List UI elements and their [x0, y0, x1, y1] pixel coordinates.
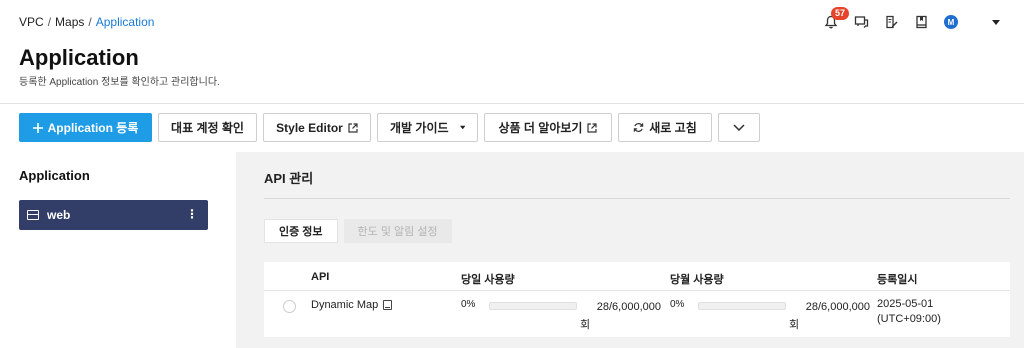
monthly-usage-unit: 회 — [789, 319, 800, 331]
user-menu-toggle[interactable] — [988, 10, 1004, 34]
refresh-icon — [634, 123, 644, 132]
api-name: Dynamic Map — [311, 299, 379, 311]
daily-usage-count: 28/6,000,000 — [596, 301, 661, 313]
rep-account-button[interactable]: 대표 계정 확인 — [158, 113, 257, 142]
panel-title: Application — [19, 168, 90, 183]
refresh-button[interactable]: 새로 고침 — [618, 113, 712, 142]
column-header-monthly-usage: 당월 사용량 — [670, 274, 724, 286]
breadcrumb-item-maps[interactable]: Maps — [55, 15, 84, 29]
monthly-usage-cell: 0% 28/6,000,000 회 — [670, 299, 870, 331]
section-title: API 관리 — [264, 171, 314, 186]
breadcrumb: VPC / Maps / Application — [19, 15, 154, 29]
column-header-daily-usage: 당일 사용량 — [461, 274, 515, 286]
breadcrumb-item-vpc[interactable]: VPC — [19, 15, 44, 29]
external-link-icon — [348, 122, 358, 133]
user-menu[interactable]: M — [936, 10, 966, 34]
monthly-usage-count: 28/6,000,000 — [805, 301, 870, 313]
toolbar: Application 등록 대표 계정 확인 Style Editor 개발 … — [19, 113, 760, 142]
table-row[interactable]: Dynamic Map 0% 28/6,000,000 회 0% 28/6,00… — [264, 291, 1010, 337]
application-list-panel: Application web ⋮ — [0, 152, 236, 348]
dev-guide-dropdown[interactable]: 개발 가이드 — [377, 113, 478, 142]
book-icon[interactable] — [383, 300, 393, 310]
daily-usage-cell: 0% 28/6,000,000 회 — [461, 299, 661, 331]
section-divider — [264, 198, 1010, 199]
chat-icon — [854, 16, 868, 28]
page-title: Application — [19, 45, 139, 70]
application-item-label: web — [47, 208, 71, 222]
notification-button[interactable]: 57 — [816, 7, 850, 34]
column-header-reg-date: 등록일시 — [877, 274, 918, 286]
application-item-web[interactable]: web ⋮ — [19, 200, 208, 230]
plus-icon — [32, 122, 43, 133]
book-icon — [915, 15, 927, 29]
breadcrumb-separator: / — [88, 15, 92, 29]
chat-button[interactable] — [846, 10, 876, 34]
register-application-button[interactable]: Application 등록 — [19, 113, 152, 142]
row-select-radio[interactable] — [283, 300, 296, 313]
rep-account-label: 대표 계정 확인 — [171, 121, 244, 135]
api-name-cell: Dynamic Map — [311, 299, 393, 311]
more-options-button[interactable] — [718, 113, 760, 142]
edit-document-icon — [886, 15, 898, 29]
style-editor-button[interactable]: Style Editor — [263, 113, 371, 142]
server-icon — [27, 210, 39, 220]
chevron-down-icon — [733, 124, 745, 131]
tab-auth-info[interactable]: 인증 정보 — [264, 219, 338, 243]
register-application-label: Application 등록 — [47, 121, 139, 135]
tab-limit-alert-settings[interactable]: 한도 및 알림 설정 — [343, 219, 452, 243]
caret-down-icon — [459, 125, 465, 130]
learn-more-button[interactable]: 상품 더 알아보기 — [484, 113, 612, 142]
reg-date: 2025-05-01 — [877, 297, 934, 312]
breadcrumb-separator: / — [47, 15, 52, 29]
reg-date-cell: 2025-05-01 (UTC+09:00) — [877, 297, 985, 327]
avatar: M — [944, 15, 958, 29]
monthly-usage-percent: 0% — [670, 299, 685, 310]
dev-guide-label: 개발 가이드 — [390, 121, 449, 135]
monthly-usage-bar — [698, 302, 786, 310]
tab-bar: 인증 정보 한도 및 알림 설정 — [264, 219, 452, 243]
table-header: API 당일 사용량 당월 사용량 등록일시 — [264, 262, 1010, 291]
daily-usage-bar — [489, 302, 577, 310]
api-table: API 당일 사용량 당월 사용량 등록일시 Dynamic Map 0% 28… — [264, 262, 1010, 337]
column-header-api: API — [311, 271, 330, 283]
more-vertical-icon[interactable]: ⋮ — [186, 207, 198, 221]
page-description: 등록한 Application 정보를 확인하고 관리합니다. — [19, 77, 220, 88]
reg-timezone: (UTC+09:00) — [877, 313, 941, 325]
header-divider — [0, 103, 1024, 104]
guide-button[interactable] — [906, 10, 936, 34]
learn-more-label: 상품 더 알아보기 — [498, 121, 583, 135]
api-management-panel: API 관리 인증 정보 한도 및 알림 설정 API 당일 사용량 당월 사용… — [236, 152, 1024, 348]
top-bar: VPC / Maps / Application 57 M — [0, 0, 1024, 44]
refresh-label: 새로 고침 — [649, 121, 697, 135]
breadcrumb-item-current: Application — [95, 15, 155, 29]
caret-down-icon — [992, 19, 1000, 25]
daily-usage-unit: 회 — [580, 319, 591, 331]
style-editor-label: Style Editor — [276, 120, 343, 135]
top-icon-group: 57 M — [816, 7, 1004, 34]
edit-button[interactable] — [876, 10, 906, 34]
external-link-icon — [587, 122, 598, 133]
daily-usage-percent: 0% — [461, 299, 476, 310]
